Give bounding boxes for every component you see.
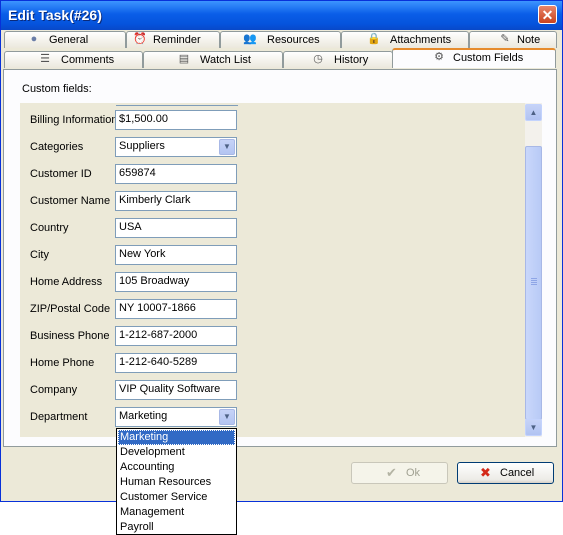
categories-select[interactable]: Suppliers ▼ [115, 137, 237, 157]
watchlist-icon: ▤ [178, 53, 190, 65]
customer-name-field[interactable]: Kimberly Clark [115, 191, 237, 211]
categories-value: Suppliers [119, 140, 165, 152]
city-field[interactable]: New York [115, 245, 237, 265]
home-phone-field[interactable]: 1-212-640-5289 [115, 353, 237, 373]
tab-label: Custom Fields [453, 52, 524, 64]
cancel-x-icon: ✖ [480, 465, 491, 480]
tab-label: Reminder [153, 34, 201, 46]
grip-line [531, 278, 537, 279]
tab-custom-fields[interactable]: ⚙ Custom Fields [392, 48, 556, 68]
clipped-field-edge [116, 103, 238, 106]
grip-line [531, 282, 537, 283]
vertical-scrollbar[interactable]: ▲ ▼ [525, 103, 542, 437]
dropdown-option[interactable]: Marketing [118, 430, 235, 445]
tab-general[interactable]: ● General [4, 31, 126, 48]
title-bar[interactable]: Edit Task(#26) ✕ [1, 1, 562, 30]
scroll-down-button[interactable]: ▼ [525, 419, 542, 436]
comments-icon: ☰ [40, 53, 50, 65]
label-country: Country [30, 222, 69, 234]
dropdown-option[interactable]: Management [118, 505, 235, 520]
people-icon: 👥 [243, 33, 257, 45]
dropdown-option[interactable]: Development [118, 445, 235, 460]
dropdown-option[interactable]: Customer Service [118, 490, 235, 505]
close-button[interactable]: ✕ [538, 5, 557, 24]
cancel-button[interactable]: ✖ Cancel [457, 462, 554, 484]
label-department: Department [30, 411, 88, 423]
business-phone-field[interactable]: 1-212-687-2000 [115, 326, 237, 346]
chevron-down-icon[interactable]: ▼ [219, 139, 235, 155]
tab-label: Comments [61, 54, 115, 66]
ok-button[interactable]: ✔ Ok [351, 462, 448, 484]
window-title: Edit Task(#26) [8, 7, 102, 23]
label-company: Company [30, 384, 78, 396]
close-icon: ✕ [541, 7, 554, 23]
dropdown-option[interactable]: Payroll [118, 520, 235, 535]
scroll-up-button[interactable]: ▲ [525, 104, 542, 121]
company-field[interactable]: VIP Quality Software [115, 380, 237, 400]
label-customer-name: Customer Name [30, 195, 111, 207]
department-value: Marketing [119, 410, 168, 422]
zip-postal-code-field[interactable]: NY 10007-1866 [115, 299, 237, 319]
checkmark-icon: ✔ [386, 465, 397, 480]
note-pencil-icon: ✎ [500, 33, 510, 45]
tab-label: Watch List [200, 54, 251, 66]
label-categories: Categories [30, 141, 84, 153]
tab-label: Attachments [390, 34, 452, 46]
home-address-field[interactable]: 105 Broadway [115, 272, 237, 292]
label-customer-id: Customer ID [30, 168, 92, 180]
department-select[interactable]: Marketing ▼ [115, 407, 237, 427]
tab-note[interactable]: ✎ Note [469, 31, 557, 48]
label-business-phone: Business Phone [30, 330, 110, 342]
custom-fields-heading: Custom fields: [22, 83, 92, 95]
chevron-down-icon[interactable]: ▼ [219, 409, 235, 425]
tab-attachments[interactable]: 🔒 Attachments [341, 31, 469, 48]
chevron-down-icon: ▼ [529, 423, 538, 432]
tab-label: Resources [267, 34, 320, 46]
tab-resources[interactable]: 👥 Resources [220, 31, 341, 48]
grip-line [531, 280, 537, 281]
globe-icon: ● [30, 33, 38, 45]
lock-icon: 🔒 [367, 33, 381, 45]
tab-comments[interactable]: ☰ Comments [4, 51, 143, 68]
cancel-label: Cancel [500, 467, 535, 479]
label-zip-postal-code: ZIP/Postal Code [30, 303, 111, 315]
scrollbar-thumb[interactable] [525, 146, 542, 420]
department-dropdown-list[interactable]: Marketing Development Accounting Human R… [116, 428, 237, 535]
history-clock-icon: ◷ [313, 53, 323, 65]
tab-label: History [334, 54, 369, 66]
billing-information-field[interactable]: $1,500.00 [115, 110, 237, 130]
tab-reminder[interactable]: ⏰ Reminder [126, 31, 220, 48]
chevron-up-icon: ▲ [529, 108, 538, 117]
tab-history[interactable]: ◷ History [283, 51, 393, 68]
ok-label: Ok [406, 467, 421, 479]
label-home-address: Home Address [30, 276, 103, 288]
tab-label: General [49, 34, 89, 46]
alarm-clock-icon: ⏰ [133, 33, 147, 45]
country-field[interactable]: USA [115, 218, 237, 238]
tab-label: Note [517, 34, 541, 46]
gear-icon: ⚙ [434, 51, 444, 63]
label-billing-information: Billing Information [30, 114, 118, 126]
grip-line [531, 284, 537, 285]
dropdown-option[interactable]: Human Resources [118, 475, 235, 490]
customer-id-field[interactable]: 659874 [115, 164, 237, 184]
tab-watch-list[interactable]: ▤ Watch List [143, 51, 283, 68]
label-city: City [30, 249, 49, 261]
dropdown-option[interactable]: Accounting [118, 460, 235, 475]
label-home-phone: Home Phone [30, 357, 95, 369]
